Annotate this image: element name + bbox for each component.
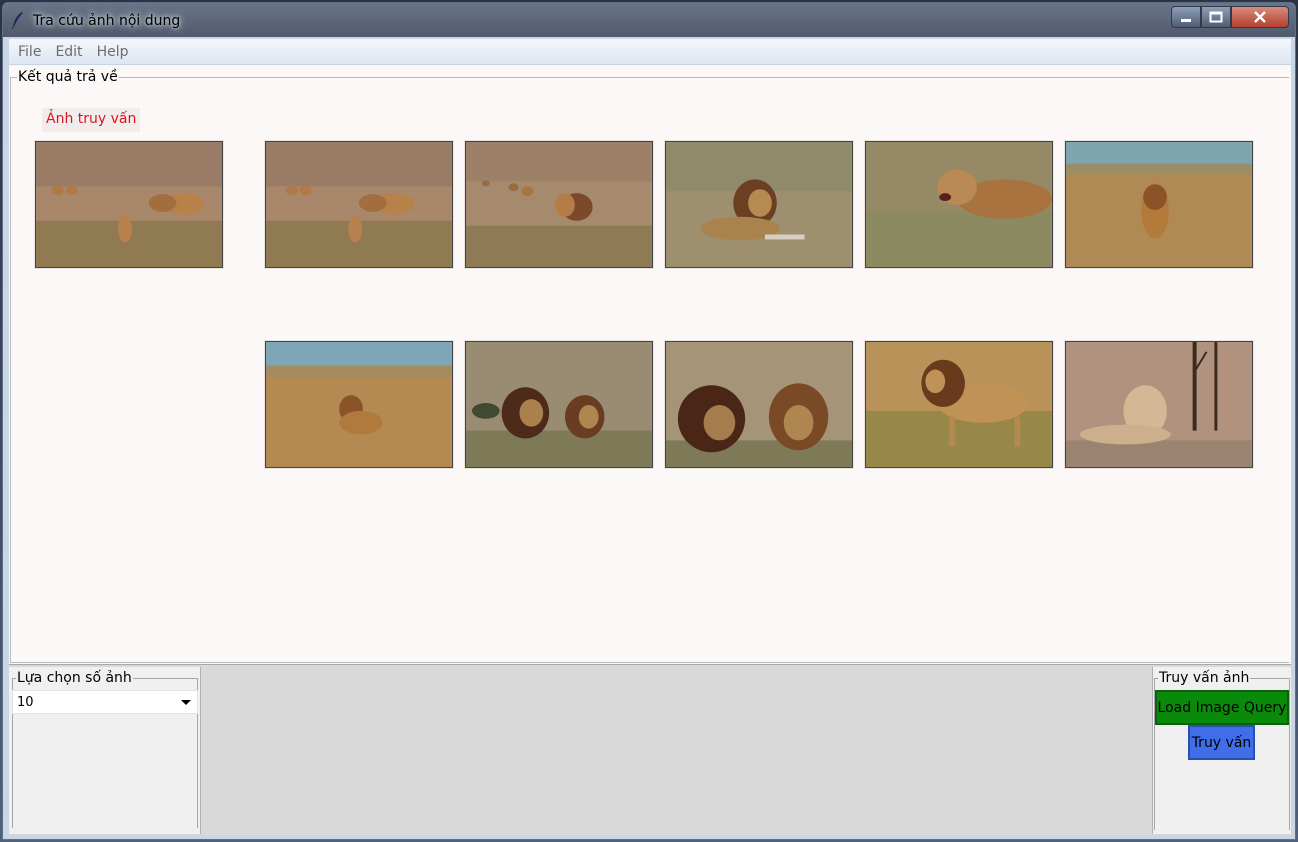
feather-icon [11, 12, 23, 29]
minimize-button[interactable] [1171, 6, 1201, 28]
image-count-label: Lựa chọn số ảnh [16, 670, 133, 686]
lioness-snarling-photo [866, 142, 1052, 267]
result-image-7 [465, 341, 653, 468]
client-area: File Edit Help Kết quả trả về Ảnh truy v… [9, 39, 1291, 835]
window-title: Tra cứu ảnh nội dung [33, 13, 181, 29]
app-window: Tra cứu ảnh nội dung File Edit Help Kết … [2, 2, 1296, 840]
menu-help[interactable]: Help [90, 44, 136, 60]
result-image-4 [865, 141, 1053, 268]
image-count-select[interactable]: 10 [12, 690, 198, 714]
result-image-5 [1065, 141, 1253, 268]
title-bar[interactable]: Tra cứu ảnh nội dung [3, 3, 1295, 37]
close-icon [1254, 11, 1266, 23]
two-lions-closeup-photo [666, 342, 852, 467]
query-image-label: Ảnh truy vấn [42, 108, 141, 132]
two-lions-resting-photo [466, 342, 652, 467]
lion-lying-in-grass-photo [666, 142, 852, 267]
menu-file[interactable]: File [11, 44, 48, 60]
result-image-1 [265, 141, 453, 268]
result-image-3 [665, 141, 853, 268]
lion-group-walking-photo [466, 142, 652, 267]
lion-standing-photo [866, 342, 1052, 467]
result-image-8 [665, 341, 853, 468]
caption-buttons [1171, 6, 1289, 28]
query-button[interactable]: Truy vấn [1188, 725, 1255, 760]
maximize-icon [1209, 11, 1223, 23]
lion-pride-photo [36, 142, 222, 267]
result-image-2 [465, 141, 653, 268]
lion-pride-photo [266, 142, 452, 267]
results-group-label: Kết quả trả về [17, 69, 119, 85]
image-count-panel: Lựa chọn số ảnh 10 [9, 667, 201, 834]
menu-edit[interactable]: Edit [48, 44, 89, 60]
image-count-value: 10 [17, 694, 34, 710]
lion-sitting-savanna-photo [266, 342, 452, 467]
load-image-query-button[interactable]: Load Image Query [1155, 690, 1289, 725]
minimize-icon [1181, 19, 1191, 22]
menu-bar: File Edit Help [9, 39, 1291, 65]
query-image [35, 141, 223, 268]
result-image-10 [1065, 341, 1253, 468]
result-image-6 [265, 341, 453, 468]
lioness-resting-by-tree-photo [1066, 342, 1252, 467]
close-button[interactable] [1231, 6, 1289, 28]
result-image-9 [865, 341, 1053, 468]
bottom-bar: Lựa chọn số ảnh 10 Truy vấn ảnh Load Ima… [9, 664, 1291, 835]
dropdown-arrow-icon [181, 700, 191, 705]
query-group-label: Truy vấn ảnh [1158, 670, 1251, 686]
maximize-button[interactable] [1201, 6, 1231, 28]
query-panel: Truy vấn ảnh Load Image Query Truy vấn [1152, 667, 1291, 834]
lion-walking-savanna-photo [1066, 142, 1252, 267]
